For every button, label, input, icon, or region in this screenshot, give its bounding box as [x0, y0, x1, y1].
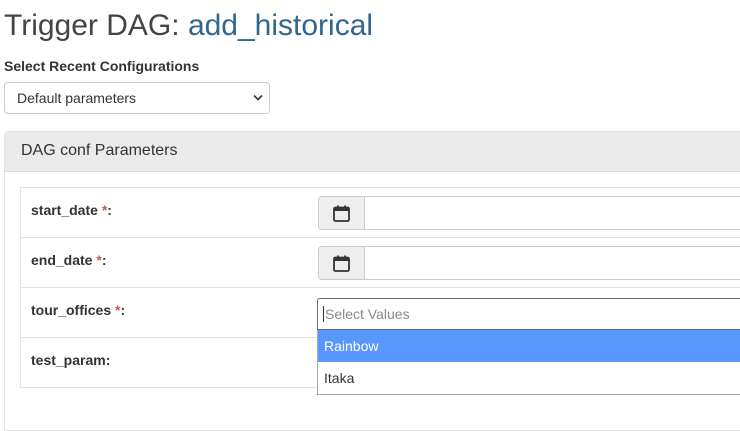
param-name: start_date	[31, 202, 98, 218]
page-title-prefix: Trigger DAG:	[4, 9, 180, 42]
param-label-tour-offices: tour_offices *:	[31, 302, 125, 318]
start-date-input[interactable]	[318, 196, 740, 230]
calendar-icon	[333, 255, 350, 272]
dag-name-link[interactable]: add_historical	[188, 9, 373, 42]
param-suffix: :	[120, 302, 126, 318]
end-date-input[interactable]	[318, 246, 740, 280]
calendar-icon	[333, 205, 350, 222]
param-suffix: :	[107, 202, 112, 218]
param-name: end_date	[31, 252, 93, 268]
recent-configurations-select[interactable]: Default parameters	[4, 82, 270, 114]
dropdown-option-rainbow[interactable]: Rainbow	[318, 330, 740, 362]
start-date-calendar-button[interactable]	[319, 197, 365, 229]
dropdown-option-itaka[interactable]: Itaka	[318, 362, 740, 394]
tour-offices-dropdown: Rainbow Itaka	[317, 330, 740, 395]
page-title: Trigger DAG: add_historical	[4, 6, 373, 46]
panel-heading: DAG conf Parameters	[5, 132, 740, 172]
param-label-start-date: start_date *:	[31, 202, 112, 218]
param-name: test_param	[31, 352, 106, 368]
param-label-test-param: test_param:	[31, 352, 110, 368]
recent-configurations-label: Select Recent Configurations	[4, 58, 200, 74]
param-suffix: :	[105, 352, 111, 368]
multiselect-placeholder: Select Values	[325, 306, 410, 322]
recent-configurations-selected: Default parameters	[17, 90, 137, 106]
param-label-end-date: end_date *:	[31, 252, 106, 268]
param-row-start-date: start_date *:	[21, 188, 740, 238]
param-name: tour_offices	[31, 302, 112, 318]
param-row-end-date: end_date *:	[21, 238, 740, 288]
end-date-calendar-button[interactable]	[319, 247, 365, 279]
text-cursor	[323, 306, 324, 322]
param-suffix: :	[101, 252, 107, 268]
chevron-down-icon	[253, 94, 263, 101]
tour-offices-multiselect-input[interactable]: Select Values	[317, 298, 740, 330]
